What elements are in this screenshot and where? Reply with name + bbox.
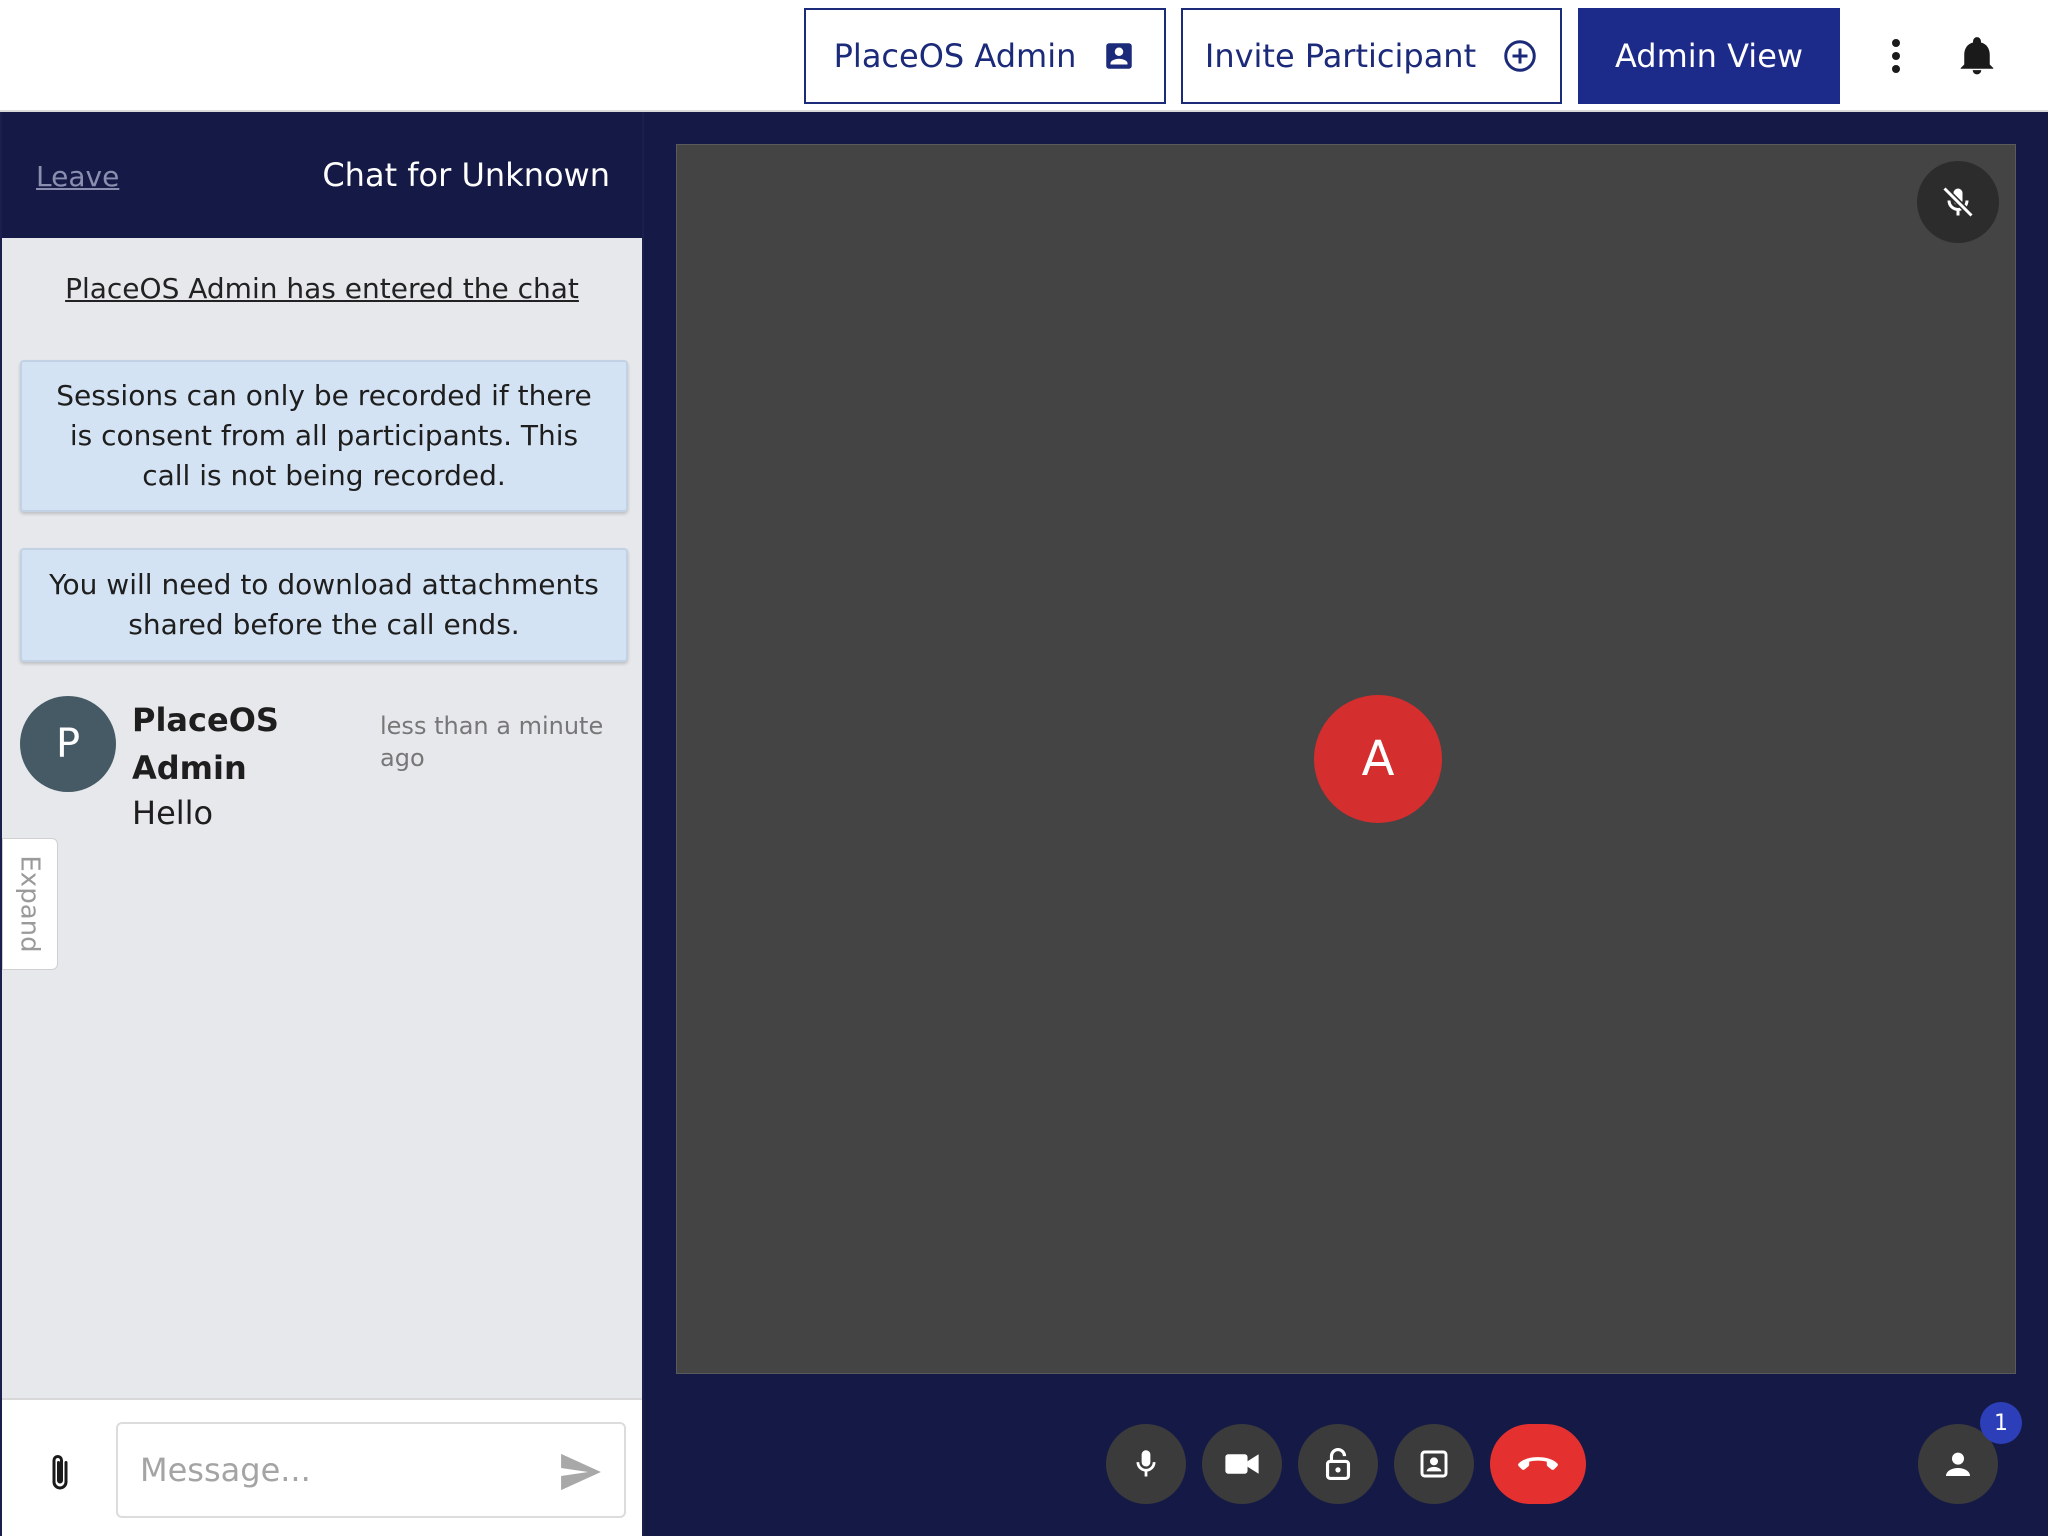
videocam-icon bbox=[1225, 1454, 1259, 1474]
leave-link[interactable]: Leave bbox=[36, 160, 119, 193]
mic-off-icon bbox=[1917, 161, 1999, 243]
message-timestamp: less than a minute ago bbox=[380, 712, 604, 772]
chat-header: Leave Chat for Unknown bbox=[2, 112, 642, 238]
mic-icon bbox=[1136, 1450, 1156, 1477]
paperclip-icon[interactable] bbox=[40, 1450, 80, 1496]
admin-view-button-label: Admin View bbox=[1614, 37, 1804, 75]
participant-avatar: A bbox=[1314, 695, 1442, 823]
avatar: P bbox=[20, 696, 116, 792]
expand-tab-label: Expand bbox=[15, 855, 46, 953]
mic-toggle-button[interactable] bbox=[1106, 1424, 1186, 1504]
entered-chat-notice: PlaceOS Admin has entered the chat bbox=[65, 272, 579, 305]
send-icon[interactable] bbox=[558, 1452, 604, 1492]
invite-participant-button[interactable]: Invite Participant bbox=[1181, 8, 1562, 104]
account-box-outline-icon bbox=[1420, 1450, 1448, 1478]
chat-title: Chat for Unknown bbox=[322, 156, 610, 194]
message-sender: PlaceOS Admin bbox=[132, 701, 279, 787]
admin-view-button[interactable]: Admin View bbox=[1578, 8, 1840, 104]
more-vert-icon[interactable] bbox=[1880, 30, 1912, 82]
expand-tab[interactable]: Expand bbox=[2, 838, 58, 970]
user-profile-button-label: PlaceOS Admin bbox=[833, 37, 1077, 75]
message-composer bbox=[2, 1398, 642, 1536]
chat-panel: Leave Chat for Unknown PlaceOS Admin has… bbox=[0, 112, 644, 1536]
call-end-icon bbox=[1518, 1457, 1558, 1470]
participant-video-tile[interactable]: A bbox=[676, 144, 2016, 1374]
recording-notice-text: Sessions can only be recorded if there i… bbox=[56, 379, 592, 492]
user-profile-button[interactable]: PlaceOS Admin bbox=[804, 8, 1166, 104]
recording-notice: Sessions can only be recorded if there i… bbox=[20, 360, 628, 512]
attachments-notice: You will need to download attachments sh… bbox=[20, 548, 628, 662]
video-area: A 1 bbox=[644, 112, 2048, 1536]
person-icon bbox=[1946, 1452, 1970, 1476]
lock-open-icon bbox=[1325, 1448, 1351, 1480]
add-circle-icon bbox=[1504, 40, 1536, 72]
end-call-button[interactable] bbox=[1490, 1424, 1586, 1504]
camera-toggle-button[interactable] bbox=[1202, 1424, 1282, 1504]
attachments-notice-text: You will need to download attachments sh… bbox=[49, 568, 599, 641]
top-bar: PlaceOS Admin Invite Participant Admin V… bbox=[0, 0, 2048, 112]
participant-count-badge: 1 bbox=[1980, 1402, 2022, 1444]
invite-participant-button-label: Invite Participant bbox=[1204, 37, 1477, 75]
contact-share-button[interactable] bbox=[1394, 1424, 1474, 1504]
bell-icon[interactable] bbox=[1955, 32, 1999, 80]
lock-toggle-button[interactable] bbox=[1298, 1424, 1378, 1504]
message-text: Hello bbox=[132, 794, 214, 832]
account-box-icon bbox=[1106, 43, 1133, 69]
message-input[interactable] bbox=[116, 1422, 626, 1518]
